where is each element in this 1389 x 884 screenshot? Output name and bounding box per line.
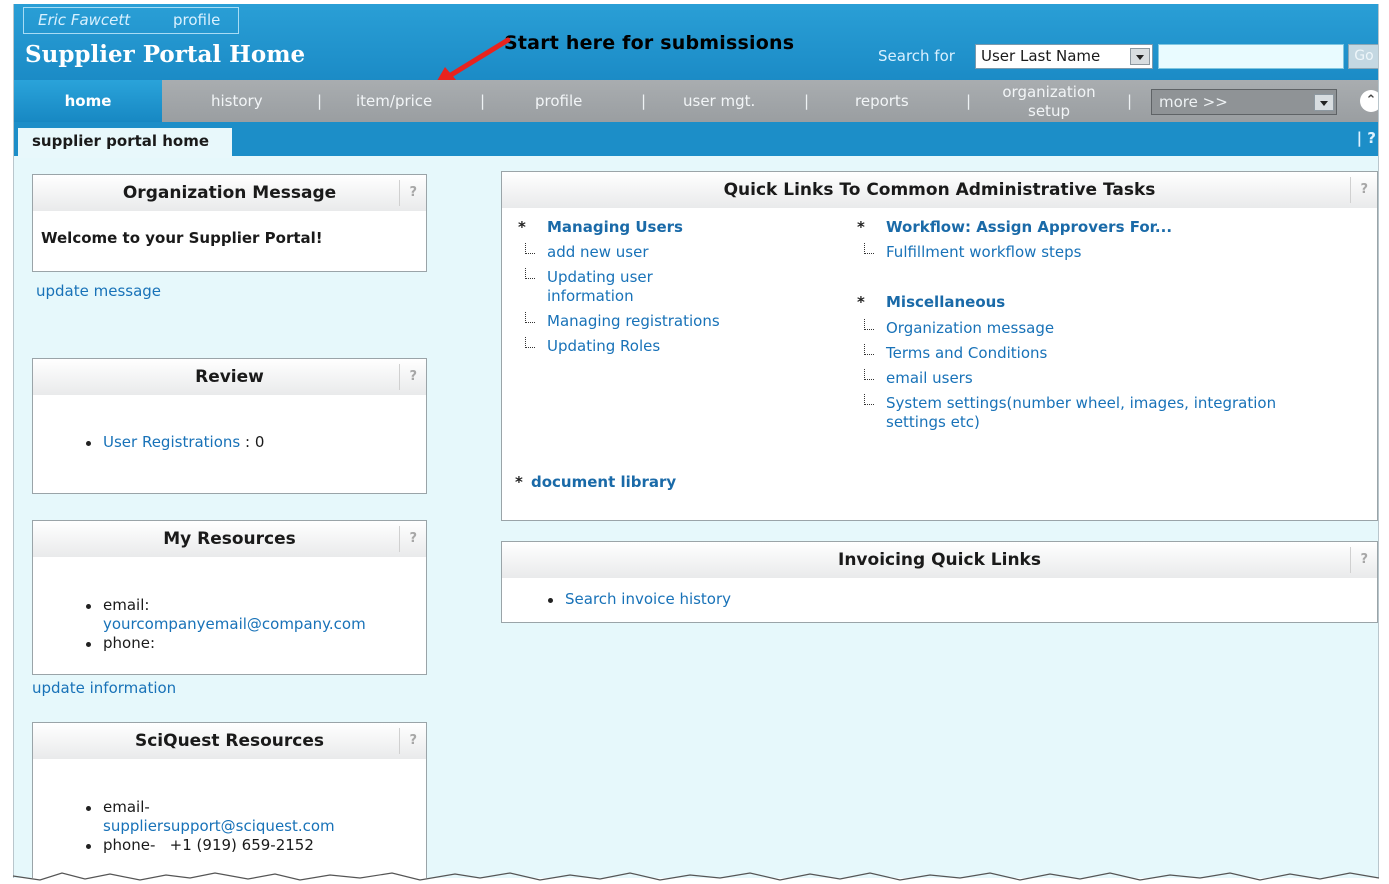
list-item: email: yourcompanyemail@company.com <box>81 596 421 634</box>
tree-branch-icon <box>525 337 535 348</box>
panel-title: Organization Message <box>122 183 337 203</box>
managing-registrations-link[interactable]: Managing registrations <box>547 312 720 331</box>
updating-user-information-link[interactable]: Updating user <box>547 268 653 287</box>
search-invoice-history-link[interactable]: Search invoice history <box>565 590 731 608</box>
update-information-link[interactable]: update information <box>32 679 176 697</box>
phone-value: +1 (919) 659-2152 <box>169 836 314 854</box>
quick-links-panel: Quick Links To Common Administrative Tas… <box>501 171 1378 521</box>
system-settings-link[interactable]: System settings(number wheel, images, in… <box>886 394 1276 413</box>
nav-item-reports[interactable]: reports <box>855 80 909 122</box>
more-select[interactable]: more >> <box>1151 89 1337 115</box>
email-link[interactable]: suppliersupport@sciquest.com <box>103 817 335 835</box>
nav-separator: | <box>480 92 486 110</box>
list-item: phone: <box>81 634 421 653</box>
go-button[interactable]: Go <box>1348 44 1378 69</box>
miscellaneous-heading[interactable]: Miscellaneous <box>886 293 1005 311</box>
nav-item-user-mgt[interactable]: user mgt. <box>683 80 755 122</box>
list-item: Search invoice history <box>543 590 731 609</box>
user-registrations-link[interactable]: User Registrations <box>103 433 240 451</box>
help-icon[interactable]: ? <box>399 180 417 206</box>
nav-item-history[interactable]: history <box>211 80 263 122</box>
nav-item-organization-setup[interactable]: organization setup <box>989 83 1109 125</box>
organization-message-link[interactable]: Organization message <box>886 319 1054 338</box>
sub-tab-bar: supplier portal home | ? <box>14 122 1378 158</box>
fulfillment-workflow-link[interactable]: Fulfillment workflow steps <box>886 243 1081 262</box>
nav-item-profile[interactable]: profile <box>535 80 582 122</box>
tree-branch-icon <box>525 312 535 323</box>
document-library-link[interactable]: document library <box>531 473 676 491</box>
panel-title: Quick Links To Common Administrative Tas… <box>723 180 1156 200</box>
system-settings-link[interactable]: settings etc) <box>886 413 980 432</box>
add-new-user-link[interactable]: add new user <box>547 243 649 262</box>
terms-and-conditions-link[interactable]: Terms and Conditions <box>886 344 1047 363</box>
tree-branch-icon <box>864 319 874 330</box>
updating-user-information-link[interactable]: information <box>547 287 634 306</box>
tree-branch-icon <box>525 243 535 254</box>
nav-separator: | <box>966 92 972 110</box>
supplier-portal-window: Eric Fawcett profile Supplier Portal Hom… <box>13 4 1379 878</box>
tree-branch-icon <box>864 243 874 254</box>
my-resources-panel: My Resources ? email: yourcompanyemail@c… <box>32 520 427 675</box>
nav-separator: | <box>641 92 647 110</box>
panel-title: My Resources <box>163 529 296 549</box>
user-name: Eric Fawcett <box>38 11 131 29</box>
help-icon[interactable]: ? <box>399 728 417 754</box>
user-box: Eric Fawcett profile <box>23 7 239 34</box>
user-profile-link[interactable]: profile <box>173 8 220 33</box>
organization-message-panel: Organization Message ? Welcome to your S… <box>32 174 427 272</box>
managing-users-heading[interactable]: Managing Users <box>547 218 683 236</box>
help-icon[interactable]: ? <box>1350 177 1368 203</box>
nav-separator: | <box>317 92 323 110</box>
sciquest-resources-panel: SciQuest Resources ? email- suppliersupp… <box>32 722 427 878</box>
panel-title: Invoicing Quick Links <box>838 550 1041 570</box>
main-nav: home history | item/price | profile | us… <box>14 80 1378 122</box>
nav-separator: | <box>1127 92 1133 110</box>
chevron-down-icon[interactable] <box>1314 94 1334 111</box>
header: Eric Fawcett profile Supplier Portal Hom… <box>14 4 1378 86</box>
help-icon[interactable]: ? <box>1350 547 1368 573</box>
nav-item-home[interactable]: home <box>14 80 162 122</box>
tree-branch-icon <box>525 268 535 279</box>
tree-branch-icon <box>864 344 874 355</box>
list-item: User Registrations : 0 <box>81 433 264 452</box>
workflow-heading[interactable]: Workflow: Assign Approvers For... <box>886 218 1172 236</box>
torn-edge-decoration <box>12 872 1380 881</box>
tree-branch-icon <box>864 369 874 380</box>
help-icon[interactable]: ? <box>399 526 417 552</box>
organization-message-text: Welcome to your Supplier Portal! <box>41 229 323 247</box>
chevron-down-icon[interactable] <box>1130 48 1150 65</box>
search-input[interactable] <box>1158 44 1344 69</box>
panel-title: SciQuest Resources <box>134 731 325 751</box>
review-panel: Review ? User Registrations : 0 <box>32 358 427 494</box>
user-registrations-count: 0 <box>254 433 265 451</box>
collapse-icon[interactable]: ⌃ <box>1360 90 1378 112</box>
page-title: Supplier Portal Home <box>25 41 306 68</box>
list-item: email- suppliersupport@sciquest.com <box>81 798 421 836</box>
email-users-link[interactable]: email users <box>886 369 973 388</box>
annotation-callout: Start here for submissions <box>504 32 795 54</box>
tree-branch-icon <box>864 394 874 405</box>
search-label: Search for <box>878 47 955 65</box>
email-link[interactable]: yourcompanyemail@company.com <box>103 615 366 633</box>
search-field-select-value: User Last Name <box>981 47 1101 65</box>
list-item: phone- +1 (919) 659-2152 <box>81 836 421 855</box>
panel-title: Review <box>195 367 264 387</box>
nav-separator: | <box>804 92 810 110</box>
tab-supplier-portal-home[interactable]: supplier portal home <box>18 128 232 158</box>
help-icon[interactable]: | ? <box>1357 129 1376 147</box>
updating-roles-link[interactable]: Updating Roles <box>547 337 660 356</box>
more-select-value: more >> <box>1159 93 1228 111</box>
help-icon[interactable]: ? <box>399 364 417 390</box>
update-message-link[interactable]: update message <box>36 282 161 300</box>
invoicing-quick-links-panel: Invoicing Quick Links ? Search invoice h… <box>501 541 1378 623</box>
search-field-select[interactable]: User Last Name <box>975 44 1153 69</box>
nav-item-item-price[interactable]: item/price <box>356 80 432 122</box>
